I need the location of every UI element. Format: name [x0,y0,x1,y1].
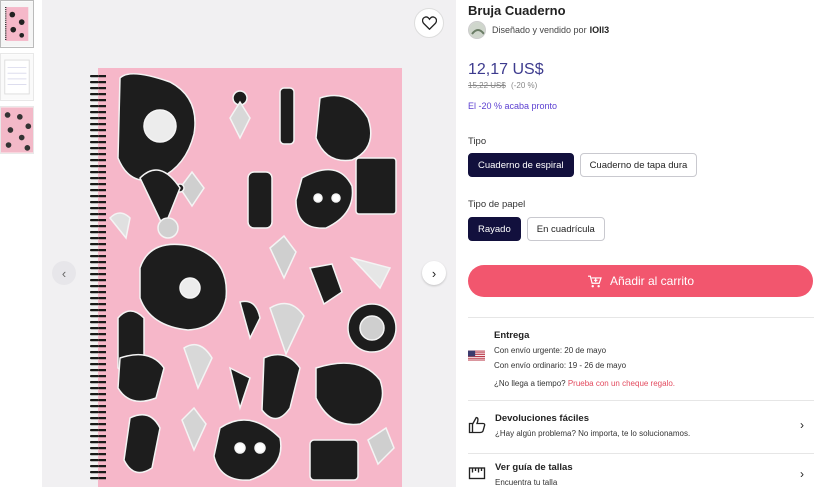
size-guide-row[interactable]: Ver guía de tallas Encuentra tu talla › [468,459,814,487]
next-image-button[interactable]: › [422,261,446,285]
chevron-left-icon: ‹ [61,265,67,281]
late-question: ¿No llega a tiempo? [494,379,566,388]
thumbnail-pages-image [1,54,33,100]
seller-line: Diseñado y vendido por IOIl3 [468,21,609,39]
old-price-line: 15,22 US$ (-20 %) [468,81,537,90]
standard-shipping: Con envío ordinario: 19 - 26 de mayo [494,361,627,370]
divider [468,453,814,454]
paper-options: Rayado En cuadrícula [468,217,605,241]
easy-returns-row[interactable]: Devoluciones fáciles ¿Hay algún problema… [468,410,814,450]
size-guide-subtitle: Encuentra tu talla [495,478,558,487]
option-spiral-notebook[interactable]: Cuaderno de espiral [468,153,574,177]
add-to-cart-label: Añadir al carrito [609,274,695,288]
product-gallery: ‹ › [42,0,456,487]
current-price: 12,17 US$ [468,61,544,78]
thumbnail-cover[interactable] [0,0,34,48]
returns-title: Devoluciones fáciles [495,413,589,424]
chevron-right-icon: › [800,418,804,432]
option-ruled[interactable]: Rayado [468,217,521,241]
returns-subtitle: ¿Hay algún problema? No importa, te lo s… [495,429,691,438]
thumbnail-pages[interactable] [0,53,34,101]
gift-card-link[interactable]: Prueba con un cheque regalo. [568,379,675,388]
thumbnail-cover-image [1,1,33,47]
original-price: 15,22 US$ [468,81,506,90]
us-flag-icon [468,350,485,362]
thumbnail-strip [0,0,36,159]
cart-icon [587,275,602,288]
option-hardcover-notebook[interactable]: Cuaderno de tapa dura [579,153,698,177]
favorite-button[interactable] [414,8,444,38]
seller-prefix: Diseñado y vendido por [492,25,587,35]
chevron-right-icon: › [800,467,804,481]
thumbnail-pattern[interactable] [0,106,34,154]
discount-percent: (-20 %) [511,81,538,90]
previous-image-button[interactable]: ‹ [52,261,76,285]
option-grid[interactable]: En cuadrícula [526,217,605,241]
thumbnail-pattern-image [1,107,33,153]
thumbs-up-icon [468,416,486,434]
divider [468,317,814,318]
delivery-title: Entrega [494,330,530,341]
paper-type-label: Tipo de papel [468,199,526,210]
notebook-image [90,68,402,487]
type-label: Tipo [468,136,487,147]
seller-avatar[interactable] [468,21,486,39]
discount-note: El -20 % acaba pronto [468,101,558,111]
add-to-cart-button[interactable]: Añadir al carrito [468,265,813,297]
ruler-icon [468,467,486,480]
product-info-panel: Bruja Cuaderno Diseñado y vendido por IO… [468,0,814,487]
type-options: Cuaderno de espiral Cuaderno de tapa dur… [468,153,698,177]
seller-name[interactable]: IOIl3 [590,25,610,35]
chevron-right-icon: › [431,265,437,281]
heart-icon [421,16,437,30]
divider [468,400,814,401]
urgent-shipping: Con envío urgente: 20 de mayo [494,346,607,355]
product-title: Bruja Cuaderno [468,3,566,18]
late-delivery-line: ¿No llega a tiempo? Prueba con un cheque… [494,379,675,388]
size-guide-title: Ver guía de tallas [495,462,573,473]
